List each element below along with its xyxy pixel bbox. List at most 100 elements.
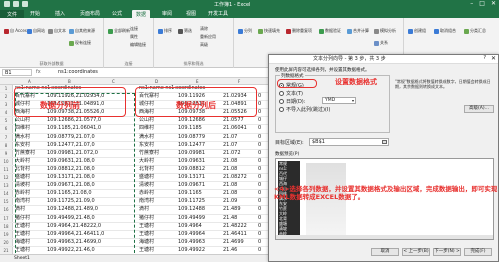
alt-cell[interactable]: 0	[258, 125, 261, 132]
lat-cell[interactable]: 21.06041	[223, 125, 247, 132]
radio-skip[interactable]: 不导入此列(跳过)(I)	[279, 106, 330, 113]
alt-cell[interactable]: 0	[258, 134, 261, 141]
alt-cell[interactable]: 0	[258, 101, 261, 108]
name-cell[interactable]: 北背村	[139, 166, 154, 173]
lon-cell[interactable]: 109.08812	[178, 166, 205, 173]
formula-input[interactable]: ns1:coordinates	[58, 69, 98, 75]
name-cell[interactable]: 竹蔗寮村	[139, 150, 159, 157]
dialog-close-button[interactable]: ✕	[491, 55, 496, 63]
lon-cell[interactable]: 109.49963	[178, 239, 205, 246]
column-header-e[interactable]: E	[196, 79, 199, 84]
save-icon[interactable]	[4, 1, 10, 7]
alt-cell[interactable]: 0	[258, 166, 261, 173]
lat-cell[interactable]: 21.08272	[223, 174, 247, 181]
lat-cell[interactable]: 21.46	[223, 247, 237, 254]
name-cell[interactable]: 猪仔村	[139, 215, 154, 222]
lon-cell[interactable]: 109.12686	[178, 117, 205, 124]
fx-icon[interactable]: fx	[36, 69, 41, 75]
name-cell[interactable]: 赤岭村	[139, 190, 154, 197]
name-cell[interactable]: 海塘村	[139, 239, 154, 246]
sheet-tab[interactable]: Sheet1	[14, 256, 30, 261]
cancel-button[interactable]: 取消	[371, 248, 399, 256]
tab-developer[interactable]: 开发工具	[208, 10, 228, 17]
from-other-button[interactable]: 自其他来源	[69, 28, 95, 34]
subtotal-button[interactable]: 分类汇总	[464, 28, 486, 34]
connections-button[interactable]: 连接	[130, 26, 138, 32]
lon-cell[interactable]: 109.11725	[178, 198, 205, 205]
name-cell[interactable]: 东安村	[139, 142, 154, 149]
lat-cell[interactable]: 21.48	[223, 215, 237, 222]
text-to-columns-button[interactable]: 分列	[238, 28, 252, 34]
close-button[interactable]: ✕	[491, 0, 496, 7]
reapply-button[interactable]: 重新应用	[200, 34, 216, 40]
lat-cell[interactable]: 21.072	[223, 150, 241, 157]
lon-cell[interactable]: 109.09631	[178, 158, 205, 165]
existing-connections-button[interactable]: 现有连接	[69, 40, 91, 46]
clear-button[interactable]: 清除	[200, 26, 208, 32]
from-web-button[interactable]: 自网站	[27, 28, 45, 34]
alt-cell[interactable]: 0	[258, 223, 261, 230]
maximize-button[interactable]: □	[479, 0, 485, 7]
alt-cell[interactable]: 0	[258, 174, 261, 181]
from-access-button[interactable]: 自 Access	[4, 28, 29, 34]
from-text-button[interactable]: 自文本	[48, 28, 66, 34]
lat-cell[interactable]: 21.48222	[223, 223, 247, 230]
name-cell[interactable]: 盛塘村	[139, 174, 154, 181]
tab-data[interactable]: 数据	[132, 10, 151, 18]
lat-cell[interactable]: 21.0577	[223, 117, 244, 124]
refresh-all-button[interactable]: 全部刷新	[108, 28, 130, 34]
lat-cell[interactable]: 21.4699	[223, 239, 244, 246]
lon-cell[interactable]: 109.4964	[178, 223, 202, 230]
consolidate-button[interactable]: 合并计算	[347, 28, 369, 34]
tab-file[interactable]: 文件	[0, 10, 24, 18]
filter-button[interactable]: 筛选	[178, 28, 192, 34]
lat-cell[interactable]: 21.07	[223, 142, 237, 149]
back-button[interactable]: < 上一步(B)	[402, 248, 430, 256]
tab-insert[interactable]: 插入	[55, 10, 65, 17]
column-header-b[interactable]: B	[68, 79, 71, 84]
name-cell[interactable]: 四维村	[139, 125, 154, 132]
tab-page-layout[interactable]: 页面布局	[80, 10, 100, 17]
lat-cell[interactable]: 21.07	[223, 134, 237, 141]
lon-cell[interactable]: 109.13171	[178, 174, 205, 181]
alt-cell[interactable]: 0	[258, 93, 261, 100]
data-validation-button[interactable]: 数据验证	[319, 28, 341, 34]
radio-text[interactable]: 文本(T)	[279, 90, 303, 97]
minimize-button[interactable]: –	[470, 0, 473, 7]
name-cell[interactable]: 王塘村	[139, 247, 154, 254]
lon-cell[interactable]: 109.49964	[178, 231, 205, 238]
remove-duplicates-button[interactable]: 删除重复项	[286, 28, 312, 34]
lat-cell[interactable]: 21.489	[223, 206, 241, 213]
lon-cell[interactable]: 109.08779	[178, 134, 205, 141]
tab-review[interactable]: 审阅	[162, 10, 172, 17]
finish-button[interactable]: 完成(F)	[464, 248, 492, 256]
name-cell[interactable]: 满水村	[139, 134, 154, 141]
lat-cell[interactable]: 21.08	[223, 182, 237, 189]
column-header-f[interactable]: F	[238, 79, 240, 84]
date-format-select[interactable]: YMD ▾	[322, 97, 356, 104]
lat-cell[interactable]: 21.09	[223, 198, 237, 205]
undo-icon[interactable]	[13, 1, 19, 7]
name-cell[interactable]: 滴村	[139, 206, 149, 213]
tab-formulas[interactable]: 公式	[112, 10, 122, 17]
group-button[interactable]: 创建组	[408, 28, 426, 34]
alt-cell[interactable]: 0	[258, 198, 261, 205]
alt-cell[interactable]: 0	[258, 182, 261, 189]
alt-cell[interactable]: 0	[258, 142, 261, 149]
lon-cell[interactable]: 109.12477	[178, 142, 205, 149]
name-cell[interactable]: 公山村	[139, 117, 154, 124]
name-cell[interactable]: 大岭村	[139, 158, 154, 165]
name-cell[interactable]: 南湾村	[139, 198, 154, 205]
alt-cell[interactable]: 0	[258, 150, 261, 157]
tab-home[interactable]: 开始	[30, 10, 40, 17]
alt-cell[interactable]: 0	[258, 117, 261, 124]
lon-cell[interactable]: 109.09671	[178, 182, 205, 189]
alt-cell[interactable]: 0	[258, 158, 261, 165]
sort-button[interactable]: 排序	[158, 28, 172, 34]
lon-cell[interactable]: 109.09981	[178, 150, 205, 157]
column-header-c[interactable]: C	[112, 79, 115, 84]
help-button[interactable]: ?	[483, 55, 486, 61]
advanced-filter-button[interactable]: 高级	[200, 42, 208, 48]
alt-cell[interactable]: 0	[258, 239, 261, 246]
lon-cell[interactable]: 109.49922	[178, 247, 205, 254]
